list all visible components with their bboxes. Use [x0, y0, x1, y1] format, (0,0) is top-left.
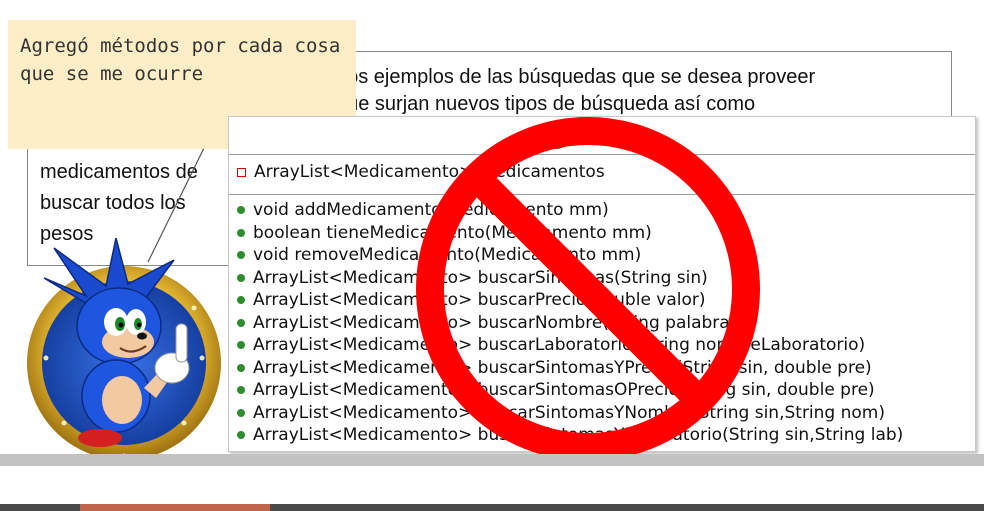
public-method-icon — [237, 363, 245, 372]
public-method-icon — [237, 228, 245, 237]
class-c-icon: C — [545, 125, 569, 149]
uml-method-row: boolean tieneMedicamento(Medicamento mm) — [237, 222, 975, 245]
public-method-icon — [237, 386, 245, 395]
uml-method-row: ArrayList<Medicamento> buscarSintomasOPr… — [237, 379, 975, 402]
uml-method-row: ArrayList<Medicamento> buscarPrecio(doub… — [237, 289, 975, 312]
attribute-text: ArrayList<Medicamento> medicamentos — [254, 162, 605, 183]
uml-method-row: ArrayList<Medicamento> buscarSintomasYLa… — [237, 424, 975, 447]
method-text: void addMedicamento(Medicamento mm) — [253, 200, 609, 221]
uml-method-row: ArrayList<Medicamento> buscarNombre(Stri… — [237, 312, 975, 335]
public-method-icon — [237, 273, 245, 282]
uml-class-name: Farmacia — [577, 126, 659, 147]
uml-class-header: C Farmacia — [229, 117, 975, 155]
doc-line-2: que surjan nuevos tipos de búsqueda así … — [336, 93, 756, 115]
method-text: ArrayList<Medicamento> buscarLaboratorio… — [253, 335, 866, 356]
uml-method-row: ArrayList<Medicamento> buscarSintomasYPr… — [237, 357, 975, 380]
uml-method-row: void removeMedicamento(Medicamento mm) — [237, 244, 975, 267]
slide-bottom-strip — [0, 454, 984, 466]
uml-method-row: ArrayList<Medicamento> buscarSintomas(St… — [237, 267, 975, 290]
method-text: ArrayList<Medicamento> buscarSintomasYPr… — [253, 357, 872, 378]
public-method-icon — [237, 206, 245, 215]
uml-methods: void addMedicamento(Medicamento mm) bool… — [229, 195, 975, 447]
uml-attribute-row: ArrayList<Medicamento> medicamentos — [237, 161, 975, 184]
method-text: ArrayList<Medicamento> buscarSintomas(St… — [253, 267, 708, 288]
uml-attributes: ArrayList<Medicamento> medicamentos — [229, 155, 975, 195]
uml-class-box[interactable]: C Farmacia ArrayList<Medicamento> medica… — [228, 116, 976, 452]
public-method-icon — [237, 296, 245, 305]
public-method-icon — [237, 251, 245, 260]
method-text: void removeMedicamento(Medicamento mm) — [253, 245, 642, 266]
uml-method-row: void addMedicamento(Medicamento mm) — [237, 199, 975, 222]
method-text: ArrayList<Medicamento> buscarSintomasOPr… — [253, 380, 875, 401]
public-method-icon — [237, 318, 245, 327]
public-method-icon — [237, 341, 245, 350]
method-text: ArrayList<Medicamento> buscarNombre(Stri… — [253, 312, 737, 333]
doc-line-1: nos ejemplos de las búsquedas que se des… — [336, 66, 816, 88]
public-method-icon — [237, 408, 245, 417]
public-method-icon — [237, 431, 245, 440]
method-text: ArrayList<Medicamento> buscarSintomasYNo… — [253, 402, 885, 423]
method-text: boolean tieneMedicamento(Medicamento mm) — [253, 222, 652, 243]
slide-gap — [0, 466, 984, 504]
uml-method-row: ArrayList<Medicamento> buscarSintomasYNo… — [237, 402, 975, 425]
method-text: ArrayList<Medicamento> buscarSintomasYLa… — [253, 425, 904, 446]
doc-line-3: medicamentos de — [40, 161, 198, 183]
doc-line-4: buscar todos los — [40, 192, 186, 214]
private-field-icon — [237, 167, 246, 177]
bottom-toolbar-accent[interactable] — [80, 504, 270, 511]
uml-method-row: ArrayList<Medicamento> buscarLaboratorio… — [237, 334, 975, 357]
method-text: ArrayList<Medicamento> buscarPrecio(doub… — [253, 290, 706, 311]
sonic-mascot — [27, 238, 221, 460]
slide-heading-fragment — [220, 0, 340, 6]
